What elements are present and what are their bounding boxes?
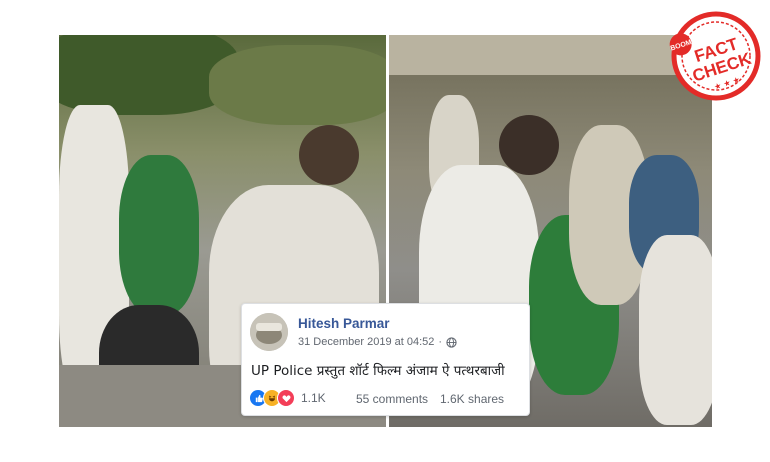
- globe-icon: [446, 336, 457, 348]
- reaction-count: 1.1K: [301, 391, 326, 405]
- shares-count[interactable]: 1.6K shares: [440, 392, 504, 406]
- post-meta: 31 December 2019 at 04:52 ·: [298, 336, 457, 348]
- author-name[interactable]: Hitesh Parmar: [298, 316, 390, 331]
- fact-check-stamp: BOOM FACT CHECK ★ ★ ★: [669, 11, 761, 101]
- meta-separator: ·: [438, 336, 443, 348]
- comments-count[interactable]: 55 comments: [356, 392, 428, 406]
- avatar[interactable]: [250, 313, 288, 351]
- facebook-post-card: Hitesh Parmar 31 December 2019 at 04:52 …: [241, 303, 530, 416]
- love-icon: [277, 389, 295, 407]
- post-timestamp[interactable]: 31 December 2019 at 04:52: [298, 336, 434, 348]
- reactions-summary[interactable]: 1.1K: [249, 389, 326, 407]
- post-text: UP Police प्रस्तुत शॉर्ट फिल्म अंजाम ऐ प…: [251, 363, 505, 379]
